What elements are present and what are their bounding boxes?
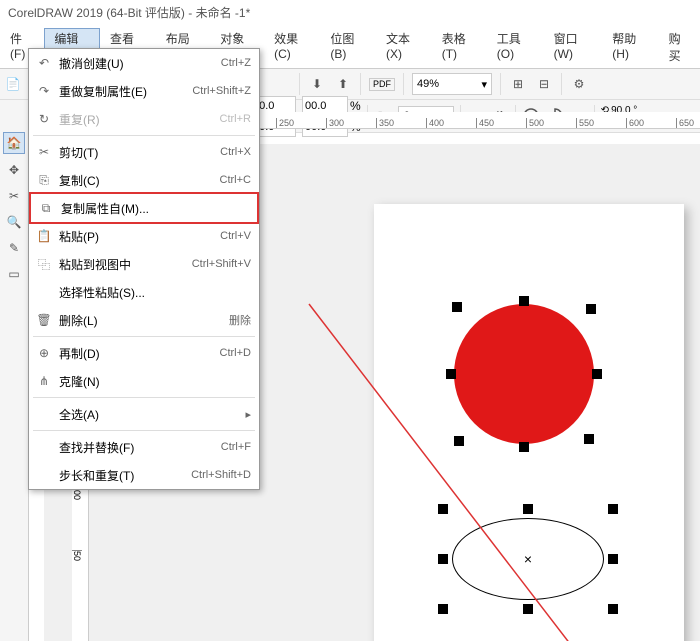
ellipse-object-selected[interactable]: × [438, 504, 618, 614]
red-circle-object[interactable] [454, 304, 594, 444]
menu-separator [33, 336, 255, 337]
menu-6[interactable]: 位图(B) [320, 28, 376, 66]
menu-item-shortcut: 删除 [229, 312, 251, 328]
menu-item-icon: ↻ [33, 112, 55, 126]
separator [561, 73, 562, 95]
separator [403, 73, 404, 95]
menu-item-label: 删除(L) [55, 312, 229, 329]
rectangle-tool[interactable]: ▭ [4, 264, 24, 284]
menu-item-label: 全选(A) [55, 406, 245, 423]
menu-9[interactable]: 工具(O) [487, 28, 544, 66]
menu-item-label: 撤消创建(U) [55, 55, 221, 72]
menu-item[interactable]: 选择性粘贴(S)... [29, 278, 259, 306]
zoom-combo[interactable]: 49%▾ [412, 73, 492, 95]
export-icon[interactable]: ⬆ [334, 75, 352, 93]
menu-item-label: 步长和重复(T) [55, 467, 191, 484]
menu-item[interactable]: ⋔克隆(N) [29, 367, 259, 395]
menu-item-label: 复制(C) [55, 172, 220, 189]
pct-unit: % [350, 99, 361, 113]
menu-item-label: 重复(R) [55, 111, 220, 128]
menu-separator [33, 135, 255, 136]
title-bar: CorelDRAW 2019 (64-Bit 评估版) - 未命名 -1* [0, 0, 700, 26]
menu-10[interactable]: 窗口(W) [544, 28, 603, 66]
menu-item[interactable]: 步长和重复(T)Ctrl+Shift+D [29, 461, 259, 489]
menu-item-icon: ⋔ [33, 374, 55, 388]
menu-item-shortcut: Ctrl+Shift+D [191, 469, 251, 481]
menu-item[interactable]: 🗑删除(L)删除 [29, 306, 259, 334]
shape-tool[interactable]: ✥ [4, 160, 24, 180]
menu-item-shortcut: Ctrl+Z [221, 57, 251, 69]
crop-tool[interactable]: ✂ [4, 186, 24, 206]
import-icon[interactable]: ⬇ [308, 75, 326, 93]
menu-item-label: 克隆(N) [55, 373, 251, 390]
menu-11[interactable]: 帮助(H) [602, 28, 658, 66]
menu-item-shortcut: Ctrl+R [220, 113, 251, 125]
page[interactable]: × [374, 204, 684, 641]
menu-item[interactable]: 全选(A)▸ [29, 400, 259, 428]
edit-menu-dropdown: ↶撤消创建(U)Ctrl+Z↷重做复制属性(E)Ctrl+Shift+Z↻重复(… [28, 48, 260, 490]
menu-item-icon: ⿻ [33, 256, 55, 273]
menu-item-shortcut: Ctrl+F [221, 441, 251, 453]
menu-item-shortcut: Ctrl+Shift+V [192, 258, 251, 270]
menu-item-icon: ↷ [33, 84, 55, 98]
menu-item[interactable]: ↷重做复制属性(E)Ctrl+Shift+Z [29, 77, 259, 105]
menu-item[interactable]: ⊕再制(D)Ctrl+D [29, 339, 259, 367]
menu-5[interactable]: 效果(C) [264, 28, 320, 66]
menu-item-shortcut: Ctrl+C [220, 174, 251, 186]
snap-icon[interactable]: ⊞ [509, 75, 527, 93]
menu-7[interactable]: 文本(X) [376, 28, 432, 66]
menu-item-shortcut: Ctrl+V [220, 230, 251, 242]
freehand-tool[interactable]: ✎ [4, 238, 24, 258]
menu-separator [33, 430, 255, 431]
menu-item-label: 复制属性自(M)... [57, 200, 249, 217]
menu-item[interactable]: ⿻粘贴到视图中Ctrl+Shift+V [29, 250, 259, 278]
menu-item-icon: 📋 [33, 229, 55, 243]
menu-item-label: 粘贴到视图中 [55, 256, 192, 273]
menu-item[interactable]: 查找并替换(F)Ctrl+F [29, 433, 259, 461]
menu-item: ↻重复(R)Ctrl+R [29, 105, 259, 133]
menu-8[interactable]: 表格(T) [432, 28, 487, 66]
center-marker: × [524, 551, 532, 567]
menu-item[interactable]: ⎘复制(C)Ctrl+C [29, 166, 259, 194]
menu-item-icon: ⊕ [33, 346, 55, 360]
grid-icon[interactable]: ⊟ [535, 75, 553, 93]
zoom-tool[interactable]: 🔍 [4, 212, 24, 232]
separator [360, 73, 361, 95]
menu-item-icon: ↶ [33, 56, 55, 70]
menu-item-label: 再制(D) [55, 345, 220, 362]
menu-item[interactable]: ↶撤消创建(U)Ctrl+Z [29, 49, 259, 77]
separator [299, 73, 300, 95]
toolbox: 🏠 ✥ ✂ 🔍 ✎ ▭ [0, 128, 29, 641]
menu-item-label: 重做复制属性(E) [55, 83, 192, 100]
menu-item-icon: ✂ [33, 145, 55, 159]
menu-item-label: 剪切(T) [55, 144, 220, 161]
menu-12[interactable]: 购买 [659, 28, 700, 66]
options-icon[interactable]: ⚙ [570, 75, 588, 93]
menu-item-shortcut: Ctrl+D [220, 347, 251, 359]
new-doc-icon[interactable]: 📄 [4, 75, 22, 93]
menu-item-label: 查找并替换(F) [55, 439, 221, 456]
menu-item-shortcut: Ctrl+Shift+Z [192, 85, 251, 97]
pdf-export-button[interactable]: PDF [369, 78, 395, 91]
separator [500, 73, 501, 95]
menu-item-label: 粘贴(P) [55, 228, 220, 245]
title-text: CorelDRAW 2019 (64-Bit 评估版) - 未命名 -1* [8, 6, 250, 20]
pick-tool[interactable]: 🏠 [3, 132, 25, 154]
menu-item-icon: ⧉ [35, 201, 57, 216]
menu-item[interactable]: 📋粘贴(P)Ctrl+V [29, 222, 259, 250]
menu-item-label: 选择性粘贴(S)... [55, 284, 251, 301]
menu-item-icon: 🗑 [33, 313, 55, 327]
menu-separator [33, 397, 255, 398]
menu-item-shortcut: ▸ [245, 408, 251, 421]
menu-item[interactable]: ✂剪切(T)Ctrl+X [29, 138, 259, 166]
menu-item[interactable]: ⧉复制属性自(M)... [31, 194, 257, 222]
menu-item-icon: ⎘ [33, 173, 55, 188]
menu-item-shortcut: Ctrl+X [220, 146, 251, 158]
